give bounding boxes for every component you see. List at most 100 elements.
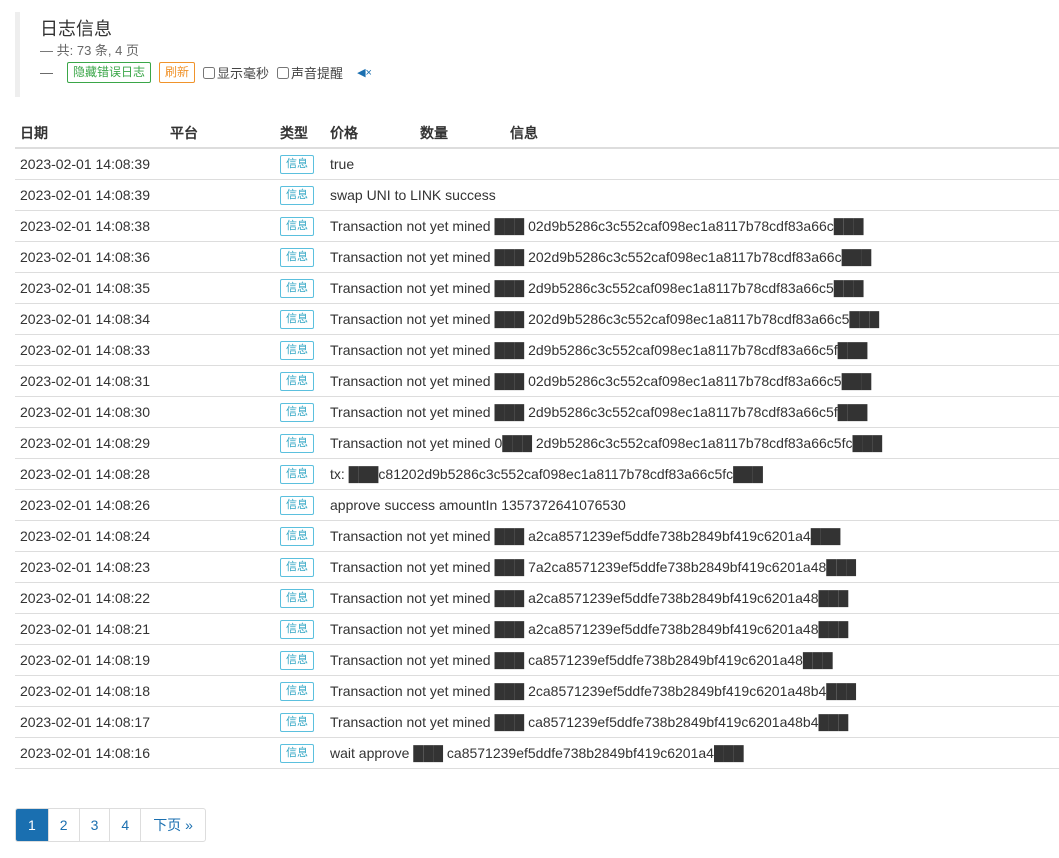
row-info: Transaction not yet mined ███ 202d9b5286… [325, 303, 1059, 335]
type-badge: 信息 [280, 526, 314, 546]
row-date: 2023-02-01 14:08:26 [15, 489, 165, 521]
summary-dash: — [40, 43, 53, 58]
type-badge: 信息 [280, 371, 314, 391]
show-milliseconds-label: 显示毫秒 [217, 66, 270, 81]
table-row: 2023-02-01 14:08:22 信息 Transaction not yet… [15, 582, 1059, 614]
row-platform [165, 706, 275, 738]
row-date: 2023-02-01 14:08:30 [15, 396, 165, 428]
page-4-button[interactable]: 4 [110, 809, 142, 841]
row-date: 2023-02-01 14:08:17 [15, 706, 165, 738]
type-badge: 信息 [280, 681, 314, 701]
table-row: 2023-02-01 14:08:28 信息 tx: ███c81202d9b528… [15, 458, 1059, 490]
type-badge: 信息 [280, 743, 314, 763]
row-type: 信息 [275, 148, 325, 180]
table-row: 2023-02-01 14:08:19 信息 Transaction not yet… [15, 644, 1059, 676]
row-type: 信息 [275, 675, 325, 707]
row-platform [165, 458, 275, 490]
row-type: 信息 [275, 520, 325, 552]
row-type: 信息 [275, 613, 325, 645]
table-row: 2023-02-01 14:08:26 信息 approve success amo… [15, 489, 1059, 521]
row-type: 信息 [275, 334, 325, 366]
row-info: Transaction not yet mined ███ 02d9b5286c… [325, 365, 1059, 397]
type-badge: 信息 [280, 216, 314, 236]
column-price: 价格 [325, 119, 415, 149]
table-row: 2023-02-01 14:08:24 信息 Transaction not yet… [15, 520, 1059, 552]
row-info: Transaction not yet mined ███ ca8571239e… [325, 706, 1059, 738]
row-type: 信息 [275, 210, 325, 242]
row-date: 2023-02-01 14:08:21 [15, 613, 165, 645]
row-platform [165, 520, 275, 552]
summary-text: 共: 73 条, 4 页 [56, 43, 139, 58]
row-platform [165, 613, 275, 645]
sound-alert-label: 声音提醒 [291, 66, 344, 81]
table-row: 2023-02-01 14:08:23 信息 Transaction not yet… [15, 551, 1059, 583]
table-row: 2023-02-01 14:08:30 信息 Transaction not yet… [15, 396, 1059, 428]
table-row: 2023-02-01 14:08:39 信息 true [15, 148, 1059, 180]
row-info: swap UNI to LINK success [325, 179, 1059, 211]
row-type: 信息 [275, 427, 325, 459]
row-info: Transaction not yet mined ███ 7a2ca85712… [325, 551, 1059, 583]
table-row: 2023-02-01 14:08:31 信息 Transaction not yet… [15, 365, 1059, 397]
row-info: Transaction not yet mined ███ 2d9b5286c3… [325, 272, 1059, 304]
row-date: 2023-02-01 14:08:18 [15, 675, 165, 707]
row-type: 信息 [275, 458, 325, 490]
refresh-button[interactable]: 刷新 [159, 62, 196, 83]
row-platform [165, 675, 275, 707]
mute-icon[interactable]: ◀× [357, 66, 372, 79]
type-badge: 信息 [280, 557, 314, 577]
page-1-button[interactable]: 1 [16, 809, 49, 841]
table-row: 2023-02-01 14:08:21 信息 Transaction not yet… [15, 613, 1059, 645]
row-type: 信息 [275, 551, 325, 583]
table-row: 2023-02-01 14:08:33 信息 Transaction not yet… [15, 334, 1059, 366]
row-info: Transaction not yet mined ███ a2ca857123… [325, 520, 1059, 552]
row-platform [165, 210, 275, 242]
row-info: true [325, 148, 1059, 180]
row-date: 2023-02-01 14:08:31 [15, 365, 165, 397]
row-info: Transaction not yet mined ███ a2ca857123… [325, 582, 1059, 614]
column-info: 信息 [505, 119, 1059, 149]
row-date: 2023-02-01 14:08:35 [15, 272, 165, 304]
column-type: 类型 [275, 119, 325, 149]
pagination: 1 2 3 4 下页 » [15, 808, 206, 842]
sound-alert-checkbox[interactable] [277, 66, 290, 79]
row-platform [165, 148, 275, 180]
row-platform [165, 303, 275, 335]
table-row: 2023-02-01 14:08:18 信息 Transaction not yet… [15, 675, 1059, 707]
page-2-button[interactable]: 2 [49, 809, 80, 841]
row-info: Transaction not yet mined ███ 2ca8571239… [325, 675, 1059, 707]
row-date: 2023-02-01 14:08:19 [15, 644, 165, 676]
page-title: 日志信息 [40, 19, 112, 39]
show-milliseconds-checkbox[interactable] [203, 66, 216, 79]
table-row: 2023-02-01 14:08:39 信息 swap UNI to LINK su… [15, 179, 1059, 211]
show-milliseconds-toggle[interactable]: 显示毫秒 [203, 63, 269, 82]
row-info: tx: ███c81202d9b5286c3c552caf098ec1a8117… [325, 458, 1059, 490]
row-date: 2023-02-01 14:08:39 [15, 148, 165, 180]
type-badge: 信息 [280, 464, 314, 484]
row-info: Transaction not yet mined ███ 202d9b5286… [325, 241, 1059, 273]
row-date: 2023-02-01 14:08:38 [15, 210, 165, 242]
row-date: 2023-02-01 14:08:33 [15, 334, 165, 366]
page-3-button[interactable]: 3 [80, 809, 111, 841]
row-type: 信息 [275, 365, 325, 397]
row-date: 2023-02-01 14:08:23 [15, 551, 165, 583]
log-summary: — 共: 73 条, 4 页 [40, 42, 395, 59]
row-info: Transaction not yet mined ███ 2d9b5286c3… [325, 396, 1059, 428]
row-type: 信息 [275, 737, 325, 769]
next-page-button[interactable]: 下页 » [141, 809, 205, 841]
row-platform [165, 427, 275, 459]
type-badge: 信息 [280, 650, 314, 670]
row-date: 2023-02-01 14:08:28 [15, 458, 165, 490]
column-platform: 平台 [165, 119, 275, 149]
sound-alert-toggle[interactable]: 声音提醒 [277, 63, 343, 82]
row-type: 信息 [275, 303, 325, 335]
table-row: 2023-02-01 14:08:36 信息 Transaction not yet… [15, 241, 1059, 273]
row-type: 信息 [275, 489, 325, 521]
controls-dash: — [40, 65, 53, 80]
hide-error-logs-button[interactable]: 隐藏错误日志 [67, 62, 152, 83]
type-badge: 信息 [280, 278, 314, 298]
row-type: 信息 [275, 272, 325, 304]
type-badge: 信息 [280, 154, 314, 174]
row-date: 2023-02-01 14:08:39 [15, 179, 165, 211]
row-info: Transaction not yet mined ███ 02d9b5286c… [325, 210, 1059, 242]
row-platform [165, 272, 275, 304]
